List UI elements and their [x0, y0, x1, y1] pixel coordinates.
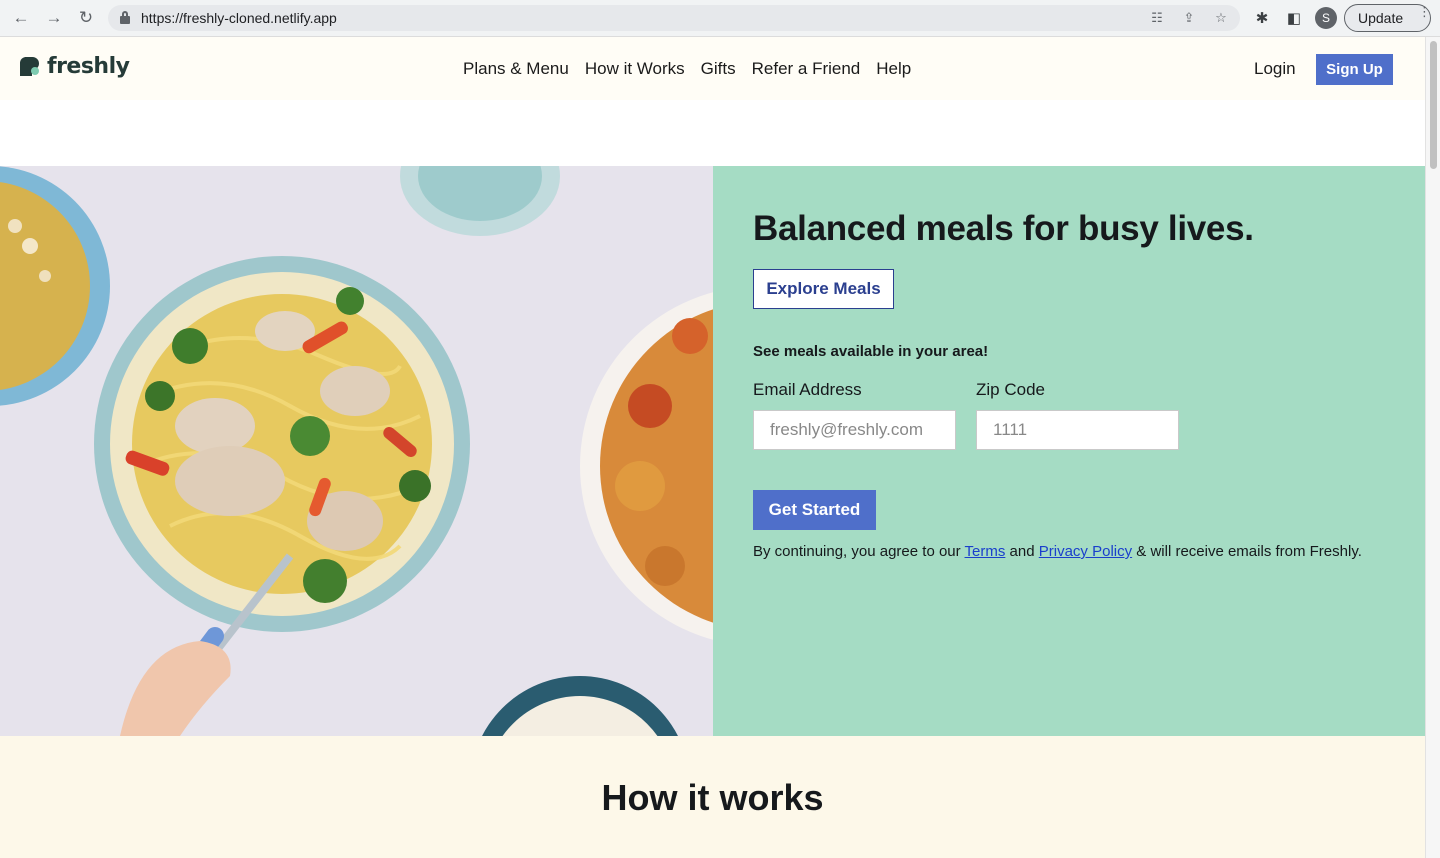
reload-icon[interactable]: ↻ — [73, 6, 99, 30]
extensions-icon[interactable]: ✱ — [1252, 8, 1272, 28]
see-meals-text: See meals available in your area! — [753, 343, 989, 360]
hero-title: Balanced meals for busy lives. — [753, 209, 1254, 248]
legal-and: and — [1005, 543, 1039, 560]
freshly-logo[interactable]: freshly — [20, 54, 130, 79]
nav-plans-menu[interactable]: Plans & Menu — [463, 59, 569, 79]
legal-text: By continuing, you agree to our Terms an… — [753, 543, 1362, 560]
update-label: Update — [1358, 10, 1404, 26]
page-scrollbar[interactable] — [1425, 37, 1440, 858]
side-panel-icon[interactable]: ◧ — [1284, 8, 1304, 28]
back-icon[interactable]: ← — [8, 6, 34, 30]
lock-icon — [120, 11, 130, 24]
url-text[interactable]: https://freshly-cloned.netlify.app — [141, 10, 337, 26]
zip-field[interactable] — [976, 410, 1179, 450]
privacy-policy-link[interactable]: Privacy Policy — [1039, 543, 1132, 560]
how-it-works-section: How it works — [0, 736, 1425, 858]
logo-mark-icon — [20, 56, 40, 77]
signup-button[interactable]: Sign Up — [1316, 54, 1393, 85]
nav-help[interactable]: Help — [876, 59, 911, 79]
site-header: freshly Plans & Menu How it Works Gifts … — [0, 37, 1425, 100]
login-link[interactable]: Login — [1254, 59, 1296, 79]
nav-gifts[interactable]: Gifts — [701, 59, 736, 79]
hero-panel: Balanced meals for busy lives. Explore M… — [713, 166, 1425, 736]
terms-link[interactable]: Terms — [965, 543, 1006, 560]
explore-meals-button[interactable]: Explore Meals — [753, 269, 894, 309]
how-it-works-title: How it works — [601, 777, 824, 818]
scrollbar-thumb[interactable] — [1430, 41, 1437, 169]
logo-text: freshly — [47, 54, 130, 79]
nav-how-it-works[interactable]: How it Works — [585, 59, 685, 79]
hero-food-image — [0, 166, 713, 736]
more-menu-icon[interactable]: ⋮ — [1418, 5, 1431, 18]
bookmark-star-icon[interactable]: ☆ — [1212, 9, 1230, 27]
browser-toolbar: ← → ↻ https://freshly-cloned.netlify.app… — [0, 0, 1440, 37]
profile-avatar[interactable]: S — [1315, 7, 1337, 29]
food-illustration — [0, 166, 713, 736]
email-field[interactable] — [753, 410, 956, 450]
main-nav: Plans & Menu How it Works Gifts Refer a … — [463, 59, 911, 79]
update-button[interactable]: Update ⋮ — [1344, 4, 1431, 32]
nav-refer-a-friend[interactable]: Refer a Friend — [752, 59, 861, 79]
address-bar[interactable]: https://freshly-cloned.netlify.app ☷ ⇪ ☆ — [108, 5, 1240, 31]
legal-prefix: By continuing, you agree to our — [753, 543, 965, 560]
get-started-button[interactable]: Get Started — [753, 490, 876, 530]
translate-icon[interactable]: ☷ — [1148, 9, 1166, 27]
zip-label: Zip Code — [976, 380, 1045, 399]
email-label: Email Address — [753, 380, 862, 399]
forward-icon[interactable]: → — [41, 6, 67, 30]
share-icon[interactable]: ⇪ — [1180, 9, 1198, 27]
legal-suffix: & will receive emails from Freshly. — [1132, 543, 1362, 560]
